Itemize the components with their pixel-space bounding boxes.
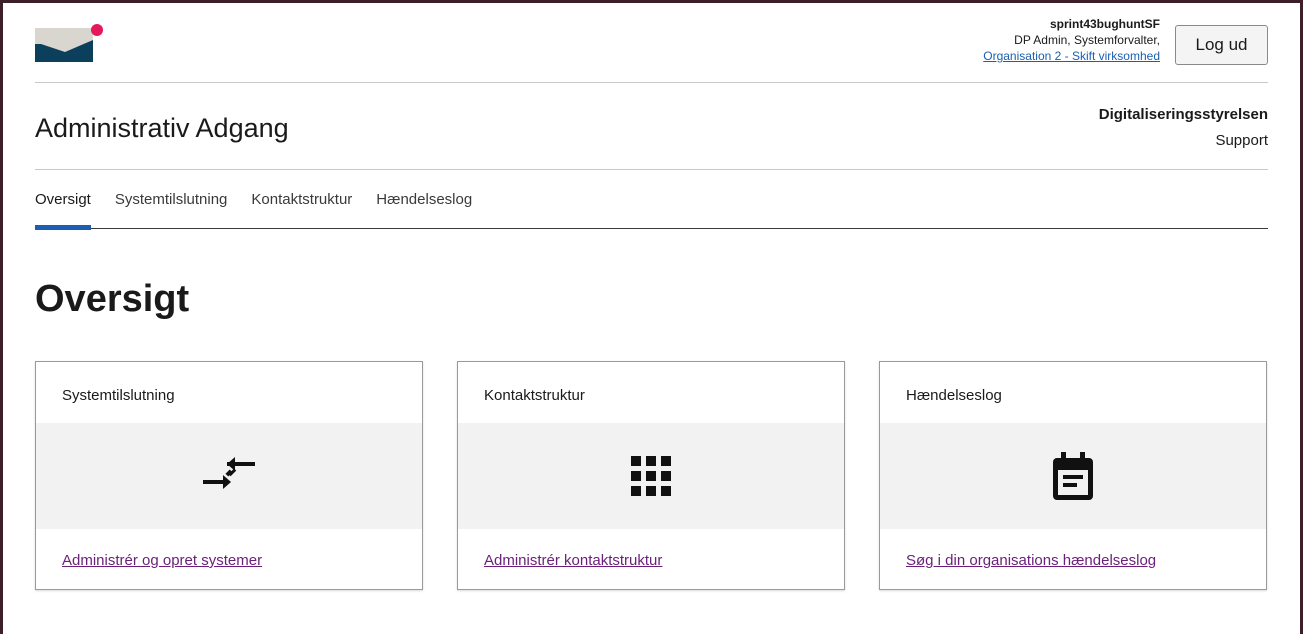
digital-post-logo[interactable] xyxy=(35,22,103,70)
page-heading: Oversigt xyxy=(35,278,190,320)
tab-kontaktstruktur[interactable]: Kontaktstruktur xyxy=(251,185,352,229)
title-bar: Administrativ Adgang Digitaliseringsstyr… xyxy=(35,84,1268,170)
card-link[interactable]: Administrér kontaktstruktur xyxy=(484,552,662,569)
arrows-icon xyxy=(203,457,255,489)
app-title: Administrativ Adgang xyxy=(35,113,289,143)
card-icon-area xyxy=(458,423,844,529)
card-link[interactable]: Administrér og opret systemer xyxy=(62,552,262,569)
logout-button[interactable]: Log ud xyxy=(1175,25,1268,65)
tab-oversigt[interactable]: Oversigt xyxy=(35,185,91,230)
card-systemtilslutning: Systemtilslutning Administrér og opret s… xyxy=(35,361,423,590)
card-kontaktstruktur: Kontaktstruktur Administrér kontaktstruk… xyxy=(457,361,845,590)
card-haendelseslog: Hændelseslog Søg i din organisations hæn… xyxy=(879,361,1267,590)
card-link[interactable]: Søg i din organisations hændelseslog xyxy=(906,552,1156,569)
support-link[interactable]: Support xyxy=(1215,132,1268,149)
switch-organisation-link[interactable]: Organisation 2 - Skift virksomhed xyxy=(983,48,1160,64)
card-title: Systemtilslutning xyxy=(62,387,175,404)
user-role: DP Admin, Systemforvalter, xyxy=(1014,33,1160,47)
card-icon-area xyxy=(880,423,1266,529)
card-title: Kontaktstruktur xyxy=(484,387,585,404)
tab-haendelseslog[interactable]: Hændelseslog xyxy=(376,185,472,229)
user-name: sprint43bughuntSF xyxy=(1050,17,1160,31)
tab-systemtilslutning[interactable]: Systemtilslutning xyxy=(115,185,228,229)
card-icon-area xyxy=(36,423,422,529)
card-title: Hændelseslog xyxy=(906,387,1002,404)
calendar-icon xyxy=(1053,452,1093,500)
grid-icon xyxy=(631,456,671,496)
top-header: sprint43bughuntSF DP Admin, Systemforval… xyxy=(35,10,1268,83)
user-info: sprint43bughuntSF DP Admin, Systemforval… xyxy=(983,16,1160,64)
agency-name: Digitaliseringsstyrelsen xyxy=(1098,106,1268,123)
main-tabs: Oversigt Systemtilslutning Kontaktstrukt… xyxy=(35,185,1268,230)
